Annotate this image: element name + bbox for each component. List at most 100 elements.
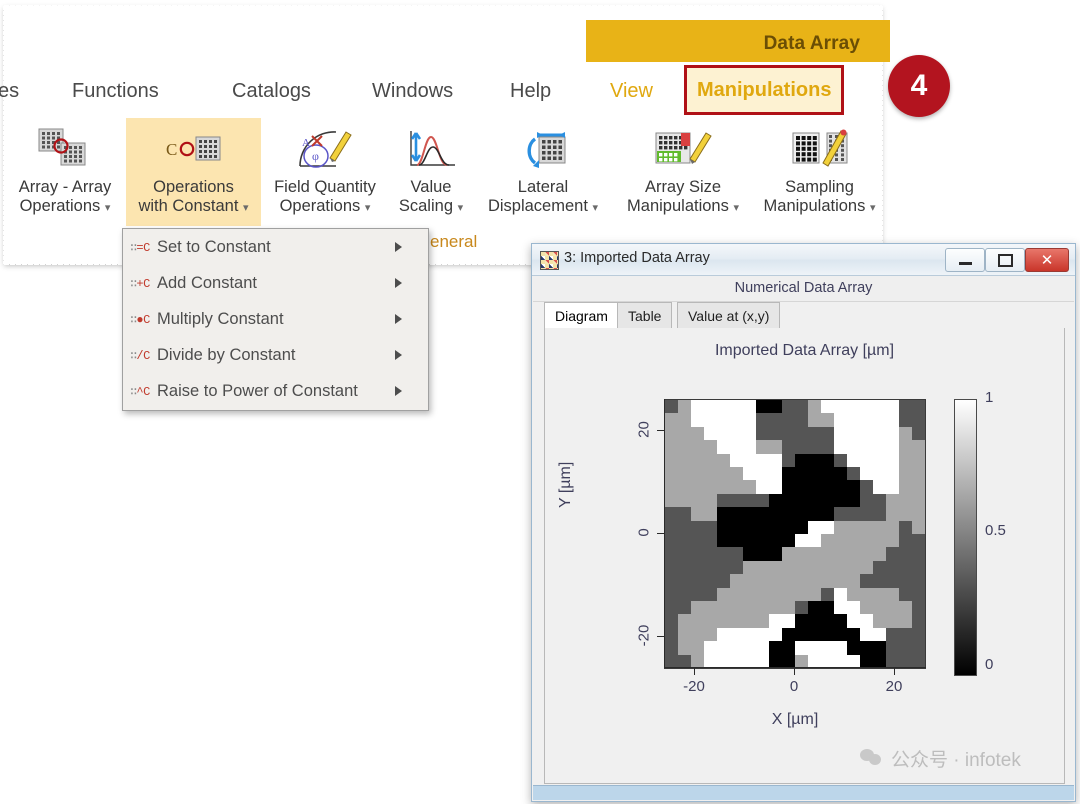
heatmap-cell [834,480,847,494]
heatmap-cell [795,654,808,668]
chevron-down-icon[interactable]: ▾ [870,202,876,214]
menu-item-help[interactable]: Help [504,68,557,114]
submenu-arrow-icon[interactable] [395,314,402,324]
ribbon-button-field-quantity[interactable]: Aφ Field Quantity Operations ▾ [261,118,389,226]
heatmap-cell [769,641,782,655]
heatmap-cell [860,493,873,508]
window-titlebar[interactable]: 3: Imported Data Array ✕ [532,244,1075,276]
heatmap-cell [886,587,899,601]
ribbon-button-sampling[interactable]: Sampling Manipulations ▾ [753,118,886,226]
menu-item-divide-by-constant[interactable]: ∷/C Divide by Constant [123,337,428,373]
heatmap-cell [847,533,860,548]
heatmap-cell [795,440,808,454]
colorbar-tick-label: 1 [985,389,994,406]
ribbon-button-row: Array - Array Operations ▾ C Operations with… [4,118,886,228]
menu-item-catalogs[interactable]: Catalogs [226,68,317,114]
heatmap-image[interactable] [664,399,926,669]
constant-op-icon: ∷=C [130,240,150,255]
heatmap-cell [730,400,743,414]
menu-item-label: Divide by Constant [157,345,296,364]
heatmap-cell [665,400,678,414]
menu-item-add-constant[interactable]: ∷+C Add Constant [123,265,428,301]
heatmap-cell [756,627,769,642]
heatmap-cell [808,627,821,642]
heatmap-cell [678,453,691,467]
tab-manipulations[interactable]: Manipulations [684,65,845,115]
heatmap-cell [704,440,717,454]
heatmap-cell [691,627,704,642]
chevron-down-icon[interactable]: ▾ [243,202,249,214]
heatmap-cell [821,641,834,655]
constant-op-icon: ∷●C [130,312,150,327]
menu-item-set-to-constant[interactable]: ∷=C Set to Constant [123,229,428,265]
heatmap-cell [795,614,808,628]
submenu-arrow-icon[interactable] [395,386,402,396]
submenu-arrow-icon[interactable] [395,350,402,360]
diagram-panel: Imported Data Array [µm] X [µm] Y [µm] 1… [544,328,1065,784]
heatmap-cell [756,426,769,441]
submenu-arrow-icon[interactable] [395,278,402,288]
menu-item-windows[interactable]: Windows [366,68,459,114]
tab-diagram[interactable]: Diagram [544,302,619,331]
heatmap-cell [873,600,886,615]
ribbon-button-array-size[interactable]: Array Size Manipulations ▾ [613,118,753,226]
heatmap-cell [899,507,912,521]
ribbon-button-lateral[interactable]: Lateral Displacement ▾ [473,118,613,226]
heatmap-cell [756,600,769,615]
ribbon-button-line2: Operations ▾ [19,197,111,215]
tab-view[interactable]: View [600,68,663,114]
menu-item-raise-to-power-of-constant[interactable]: ∷^C Raise to Power of Constant [123,373,428,409]
heatmap-cell [860,440,873,454]
chevron-down-icon[interactable]: ▾ [365,202,371,214]
heatmap-cell [743,520,756,534]
heatmap-cell [860,533,873,548]
tab-value-at-x-y[interactable]: Value at (x,y) [677,302,781,330]
heatmap-cell [704,654,717,668]
constant-op-icon: ∷+C [130,276,150,291]
operations-with-constant-dropdown[interactable]: ∷=C Set to Constant ∷+C Add Constant ∷●C Mult… [122,228,429,411]
heatmap-cell [782,614,795,628]
close-button[interactable]: ✕ [1025,248,1069,272]
ribbon-button-array-array[interactable]: Array - Array Operations ▾ [4,118,126,226]
ribbon-button-operations[interactable]: C Operations with Constant ▾ [126,118,261,226]
heatmap-cell [808,400,821,414]
heatmap-cell [795,453,808,467]
chevron-down-icon[interactable]: ▾ [105,202,111,214]
heatmap-cell [912,533,925,548]
heatmap-cell [899,654,912,668]
heatmap-cell [899,453,912,467]
imported-data-array-window: 3: Imported Data Array ✕ Numerical Data … [531,243,1076,802]
svg-text:φ: φ [312,149,319,163]
maximize-icon [997,253,1013,267]
heatmap-cell [821,547,834,561]
heatmap-cell [795,400,808,414]
tab-table[interactable]: Table [617,302,673,330]
heatmap-cell [873,560,886,575]
menu-item-functions[interactable]: Functions [66,68,165,114]
heatmap-cell [886,574,899,588]
menu-item-es[interactable]: es [0,68,25,114]
ribbon-button-value[interactable]: Value Scaling ▾ [389,118,473,226]
colorbar-tick-label: 0.5 [985,522,1006,539]
heatmap-cell [899,587,912,601]
heatmap-cell [912,587,925,601]
heatmap-cell [665,413,678,427]
chevron-down-icon[interactable]: ▾ [458,202,464,214]
heatmap-cell [665,507,678,521]
heatmap-cell [743,641,756,655]
chevron-down-icon[interactable]: ▾ [593,202,599,214]
heatmap-cell [743,587,756,601]
minimize-button[interactable] [945,248,985,272]
menu-item-multiply-constant[interactable]: ∷●C Multiply Constant [123,301,428,337]
maximize-button[interactable] [985,248,1025,272]
submenu-arrow-icon[interactable] [395,242,402,252]
heatmap-cell [821,614,834,628]
heatmap-cell [717,480,730,494]
chevron-down-icon[interactable]: ▾ [733,202,739,214]
heatmap-cell [730,520,743,534]
heatmap-cell [730,627,743,642]
heatmap-cell [795,641,808,655]
heatmap-cell [769,440,782,454]
heatmap-cell [912,466,925,481]
window-tabstrip: Diagram Table Value at (x,y) [544,302,1063,331]
